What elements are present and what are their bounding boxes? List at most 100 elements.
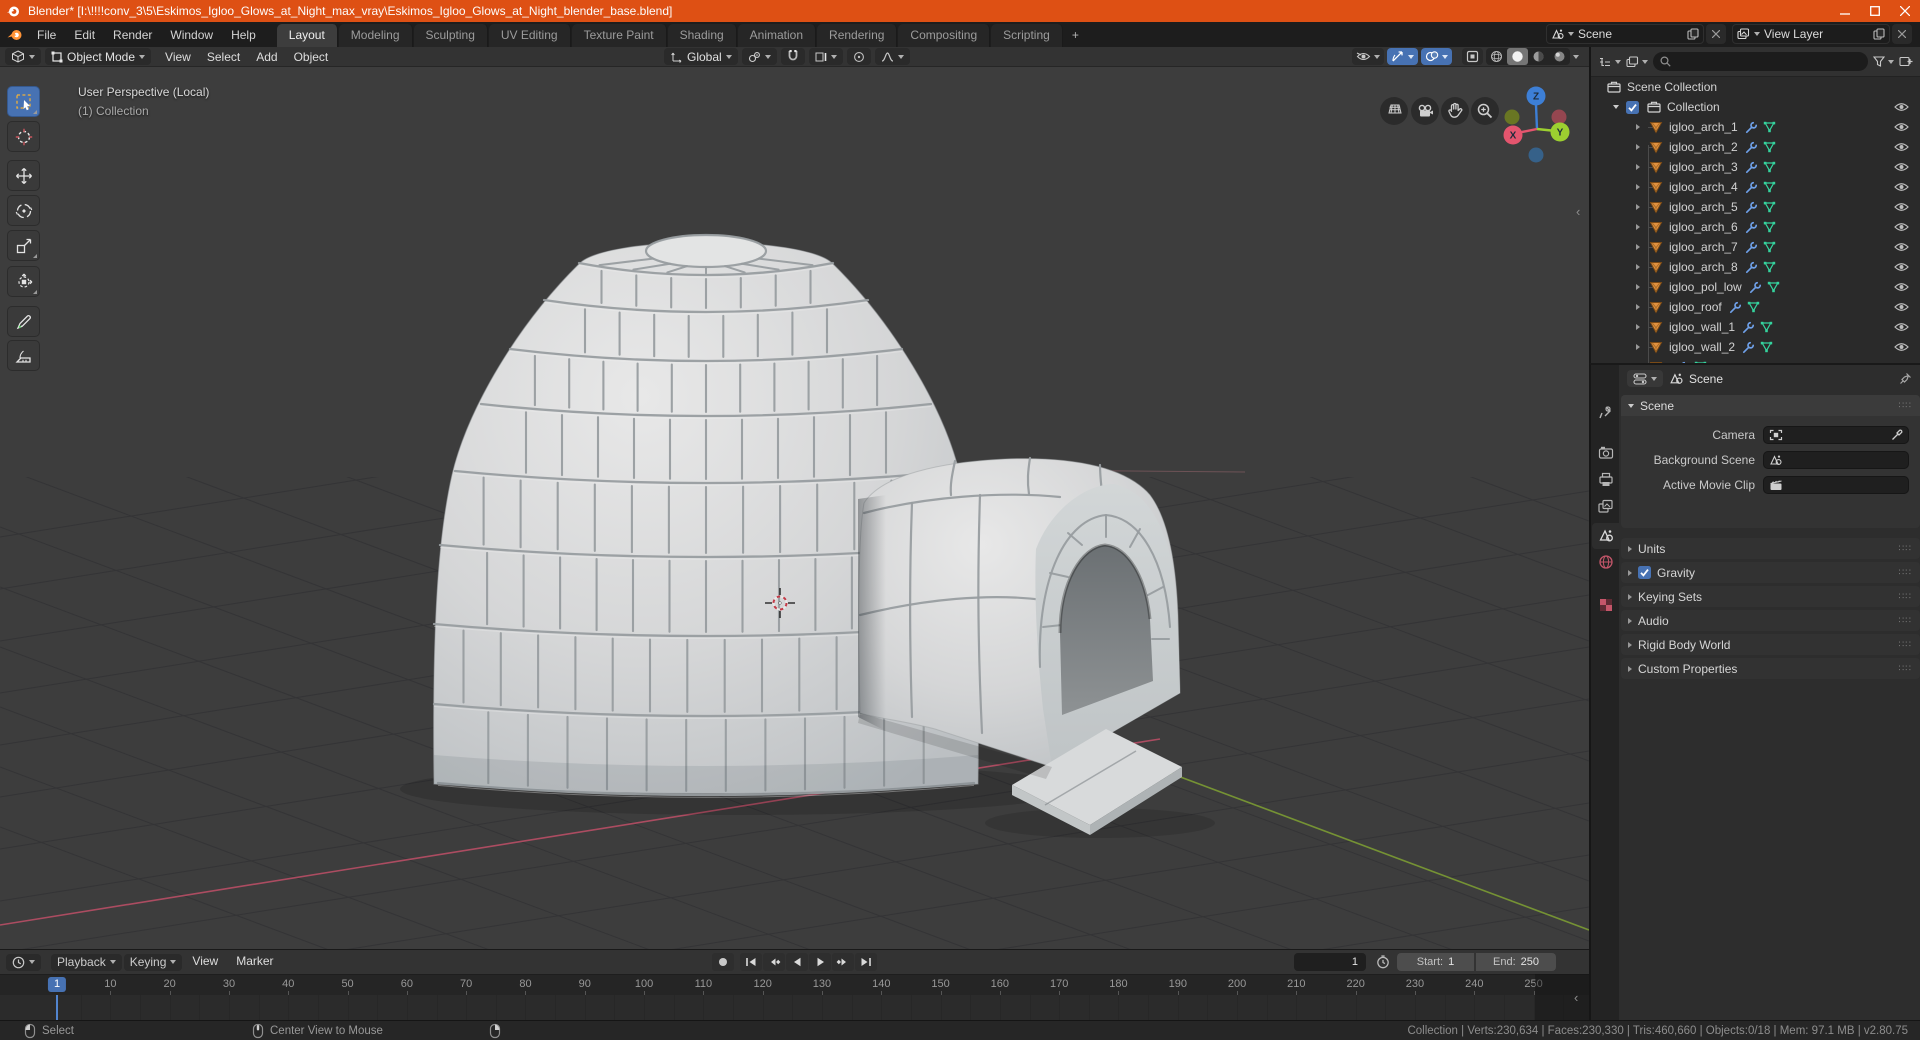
tab-animation[interactable]: Animation <box>737 24 817 47</box>
play-button[interactable] <box>809 953 831 971</box>
outliner-item-name[interactable]: igloo_arch_5 <box>1669 200 1738 214</box>
outliner-filter-button[interactable] <box>1873 56 1894 67</box>
expand-icon[interactable] <box>1636 204 1640 210</box>
outliner-item-name[interactable]: igloo_wall_2 <box>1669 340 1735 354</box>
viewport-menu-select[interactable]: Select <box>199 50 248 64</box>
outliner-row[interactable]: igloo_wall_1 <box>1591 317 1920 337</box>
end-frame-field[interactable]: End: 250 <box>1476 953 1556 971</box>
tab-compositing[interactable]: Compositing <box>898 24 991 47</box>
move-tool[interactable] <box>7 160 40 191</box>
panel-drag-dots[interactable]: ∷∷ <box>1899 615 1912 626</box>
start-frame-field[interactable]: Start: 1 <box>1397 953 1474 971</box>
blender-logo-icon[interactable] <box>6 28 24 42</box>
panel-keying-sets[interactable]: Keying Sets ∷∷ <box>1621 586 1920 607</box>
view-layer-selector[interactable]: View Layer <box>1732 24 1912 44</box>
outliner-display-mode[interactable] <box>1598 56 1621 68</box>
new-view-layer-icon[interactable] <box>1873 28 1885 40</box>
menu-render[interactable]: Render <box>104 25 161 45</box>
jump-to-start-button[interactable] <box>740 953 762 971</box>
expand-icon[interactable] <box>1636 344 1640 350</box>
outliner-row[interactable]: igloo_pol_low <box>1591 277 1920 297</box>
expand-icon[interactable] <box>1636 324 1640 330</box>
scene-tab[interactable] <box>1592 523 1619 549</box>
timeline-track[interactable] <box>0 995 1589 1020</box>
tab-texture-paint[interactable]: Texture Paint <box>571 24 667 47</box>
outliner-row[interactable]: igloo_arch_3 <box>1591 157 1920 177</box>
tool-tab[interactable] <box>1592 400 1619 426</box>
unlink-scene-button[interactable] <box>1706 24 1726 44</box>
outliner-row[interactable]: igloo_arch_6 <box>1591 217 1920 237</box>
expand-icon[interactable] <box>1613 105 1619 109</box>
view-layer-tab[interactable] <box>1592 494 1619 520</box>
outliner-item-name[interactable]: igloo_pol_low <box>1669 280 1742 294</box>
timeline-menu-keying[interactable]: Keying <box>123 953 183 971</box>
xray-toggle[interactable] <box>1462 48 1483 65</box>
output-tab[interactable] <box>1592 467 1619 493</box>
prev-keyframe-button[interactable] <box>763 953 785 971</box>
visibility-dropdown[interactable] <box>1352 48 1384 65</box>
current-frame-badge[interactable]: 1 <box>47 977 67 992</box>
use-preview-range-icon[interactable] <box>1376 955 1390 969</box>
overlays-toggle[interactable] <box>1421 48 1452 65</box>
timeline-editor-type[interactable] <box>6 953 41 971</box>
menu-window[interactable]: Window <box>161 25 222 45</box>
panel-drag-dots[interactable]: ∷∷ <box>1899 591 1912 602</box>
rotate-tool[interactable] <box>7 195 40 226</box>
timeline-menu-playback[interactable]: Playback <box>51 953 122 971</box>
checkbox-checked-icon[interactable] <box>1626 100 1639 114</box>
outliner-search-input[interactable] <box>1653 52 1868 71</box>
gizmos-toggle[interactable] <box>1387 48 1418 65</box>
expand-icon[interactable] <box>1636 304 1640 310</box>
panel-drag-dots[interactable]: ∷∷ <box>1899 567 1912 578</box>
texture-tab[interactable] <box>1592 592 1619 618</box>
outliner-row[interactable]: igloo_wall_2 <box>1591 337 1920 357</box>
measure-tool[interactable] <box>7 340 40 371</box>
navigation-gizmo[interactable]: Z X Y <box>1490 79 1584 179</box>
record-button[interactable] <box>712 953 734 971</box>
world-tab[interactable] <box>1592 549 1619 575</box>
shading-solid-button[interactable] <box>1507 48 1528 65</box>
timeline-collapse-arrow[interactable]: ‹ <box>1574 990 1578 1005</box>
expand-icon[interactable] <box>1636 144 1640 150</box>
outliner-item-name[interactable]: igloo_arch_7 <box>1669 240 1738 254</box>
eyedropper-icon[interactable] <box>1891 429 1903 441</box>
tab-scripting[interactable]: Scripting <box>991 24 1063 47</box>
property-field-camera[interactable] <box>1763 425 1909 444</box>
expand-icon[interactable] <box>1636 164 1640 170</box>
outliner-row[interactable]: Scene Collection <box>1591 77 1920 97</box>
snap-toggle[interactable] <box>780 48 805 65</box>
render-tab[interactable] <box>1592 440 1619 466</box>
proportional-falloff-selector[interactable] <box>874 48 910 65</box>
viewport-menu-add[interactable]: Add <box>248 50 285 64</box>
sidebar-collapse-arrow[interactable]: ‹ <box>1576 204 1580 219</box>
annotate-tool[interactable] <box>7 306 40 337</box>
tab-layout[interactable]: Layout <box>276 24 338 47</box>
transform-tool[interactable] <box>7 266 40 297</box>
viewport-menu-view[interactable]: View <box>157 50 199 64</box>
close-button[interactable] <box>1890 0 1920 22</box>
menu-edit[interactable]: Edit <box>65 25 104 45</box>
panel-drag-dots[interactable]: ∷∷ <box>1899 543 1912 554</box>
outliner-item-name[interactable]: Collection <box>1667 100 1720 114</box>
panel-custom-properties[interactable]: Custom Properties ∷∷ <box>1621 658 1920 679</box>
new-scene-icon[interactable] <box>1687 28 1699 40</box>
viewport-menu-object[interactable]: Object <box>286 50 337 64</box>
outliner-item-name[interactable]: Scene Collection <box>1627 80 1717 94</box>
panel-drag-dots[interactable]: ∷∷ <box>1899 663 1912 674</box>
outliner-item-name[interactable]: igloo_arch_4 <box>1669 180 1738 194</box>
outliner-item-name[interactable]: igloo_arch_6 <box>1669 220 1738 234</box>
expand-icon[interactable] <box>1636 264 1640 270</box>
viewport-canvas[interactable] <box>0 67 1589 949</box>
outliner-row[interactable]: Collection <box>1591 97 1920 117</box>
outliner-row[interactable]: igloo_arch_4 <box>1591 177 1920 197</box>
current-frame-line[interactable] <box>56 995 58 1021</box>
outliner-item-name[interactable]: igloo_arch_3 <box>1669 160 1738 174</box>
pin-icon[interactable] <box>1899 372 1912 385</box>
tab-modeling[interactable]: Modeling <box>338 24 413 47</box>
menu-file[interactable]: File <box>28 25 65 45</box>
panel-drag-dots[interactable]: ∷∷ <box>1899 400 1912 411</box>
tab-uv-editing[interactable]: UV Editing <box>488 24 571 47</box>
new-collection-button[interactable] <box>1899 55 1913 68</box>
timeline-ruler[interactable]: 1 10 20 30 40 50 60 70 80 90 100 110 120 130 140 150 16… <box>0 974 1589 995</box>
outliner-row[interactable]: igloo_roof <box>1591 297 1920 317</box>
